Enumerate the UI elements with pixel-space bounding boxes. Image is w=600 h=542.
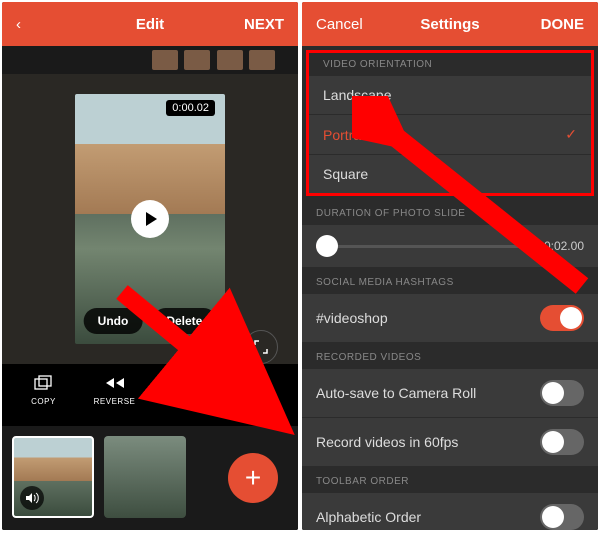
duration-value: 0:02.00: [536, 239, 584, 253]
row-label: Auto-save to Camera Roll: [316, 385, 476, 401]
tool-bar: COPY REVERSE DISPLAY SETTINGS: [2, 364, 298, 426]
copy-icon: [33, 372, 55, 394]
preview-canvas: 0:00.02 Undo Delete: [75, 94, 225, 344]
toggle-switch[interactable]: [540, 429, 584, 455]
video-preview[interactable]: 0:00.02 Undo Delete: [2, 74, 298, 364]
delete-button[interactable]: Delete: [152, 308, 216, 334]
reverse-button[interactable]: REVERSE: [79, 372, 150, 422]
toolbar-order-header: TOOLBAR ORDER: [302, 466, 598, 493]
alpha-order-row[interactable]: Alphabetic Order: [302, 493, 598, 530]
timeline-chip: [249, 50, 275, 70]
row-label: Square: [323, 166, 368, 182]
undo-button[interactable]: Undo: [84, 308, 143, 334]
settings-body[interactable]: VIDEO ORIENTATION Landscape Portrait ✓ S…: [302, 46, 598, 530]
row-label: Alphabetic Order: [316, 509, 421, 525]
clip-tray[interactable]: +: [2, 426, 298, 530]
orientation-landscape[interactable]: Landscape: [309, 76, 591, 115]
edit-nav-bar: ‹ Edit NEXT: [2, 2, 298, 46]
row-label: Landscape: [323, 87, 392, 103]
duration-slider[interactable]: [316, 245, 526, 248]
timeline-chip: [184, 50, 210, 70]
settings-button[interactable]: SETTINGS: [221, 372, 292, 422]
timeline-chip: [152, 50, 178, 70]
check-icon: ✓: [565, 126, 577, 143]
done-button[interactable]: DONE: [524, 16, 584, 33]
back-button[interactable]: ‹: [16, 16, 76, 33]
edit-screen: ‹ Edit NEXT 0:00.02 Undo Delete: [2, 2, 298, 530]
hashtags-header: SOCIAL MEDIA HASHTAGS: [302, 267, 598, 294]
orientation-square[interactable]: Square: [309, 155, 591, 193]
settings-label: SETTINGS: [234, 397, 278, 406]
row-label: Portrait: [323, 127, 368, 143]
orientation-highlight: VIDEO ORIENTATION Landscape Portrait ✓ S…: [306, 50, 594, 196]
row-label: Record videos in 60fps: [316, 434, 458, 450]
reverse-icon: [104, 372, 126, 394]
toggle-switch[interactable]: [540, 504, 584, 530]
clip-thumb[interactable]: [12, 436, 94, 518]
hashtag-videoshop[interactable]: #videoshop: [302, 294, 598, 342]
reverse-label: REVERSE: [94, 397, 136, 406]
autosave-row[interactable]: Auto-save to Camera Roll: [302, 369, 598, 418]
toggle-switch[interactable]: [540, 380, 584, 406]
copy-button[interactable]: COPY: [8, 372, 79, 422]
clip-thumb[interactable]: [104, 436, 186, 518]
orientation-portrait[interactable]: Portrait ✓: [309, 115, 591, 155]
gear-icon: [246, 372, 268, 394]
settings-screen: Cancel Settings DONE VIDEO ORIENTATION L…: [302, 2, 598, 530]
recorded-header: RECORDED VIDEOS: [302, 342, 598, 369]
next-button[interactable]: NEXT: [224, 16, 284, 33]
timeline-chip: [217, 50, 243, 70]
duration-slider-row: 0:02.00: [302, 225, 598, 267]
timeline-strip[interactable]: [2, 46, 298, 74]
copy-label: COPY: [31, 397, 56, 406]
row-label: #videoshop: [316, 310, 388, 326]
display-button[interactable]: DISPLAY: [150, 372, 221, 422]
duration-header: DURATION OF PHOTO SLIDE: [302, 198, 598, 225]
add-clip-button[interactable]: +: [228, 453, 278, 503]
play-button[interactable]: [131, 200, 169, 238]
fullscreen-button[interactable]: [244, 330, 278, 364]
edit-title: Edit: [76, 16, 224, 33]
volume-icon[interactable]: [20, 486, 44, 510]
time-badge: 0:00.02: [166, 100, 215, 116]
display-icon: [175, 372, 197, 394]
settings-nav-bar: Cancel Settings DONE: [302, 2, 598, 46]
settings-title: Settings: [376, 16, 524, 33]
display-label: DISPLAY: [167, 397, 204, 406]
sixtyfps-row[interactable]: Record videos in 60fps: [302, 418, 598, 466]
cancel-button[interactable]: Cancel: [316, 16, 376, 33]
toggle-switch[interactable]: [540, 305, 584, 331]
orientation-header: VIDEO ORIENTATION: [309, 53, 591, 76]
slider-thumb[interactable]: [316, 235, 338, 257]
